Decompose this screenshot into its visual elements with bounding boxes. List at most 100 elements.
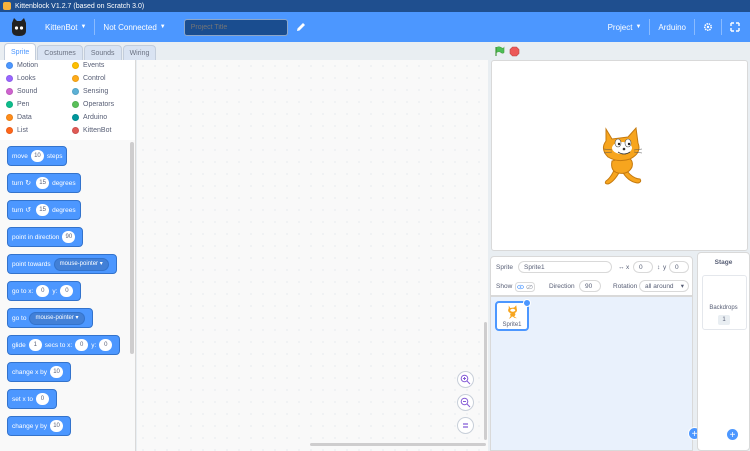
show-toggle[interactable] — [515, 282, 535, 292]
cat-sprite[interactable] — [598, 127, 648, 187]
block-dropdown[interactable]: mouse-pointer ▾ — [53, 257, 109, 271]
category-pen[interactable]: Pen — [6, 101, 29, 108]
arduino-dot-icon — [72, 114, 79, 121]
rotation-select[interactable]: all around ▾ — [639, 280, 689, 292]
block-change-x[interactable]: change x by 10 — [7, 362, 72, 382]
sensing-dot-icon — [72, 88, 79, 95]
category-data[interactable]: Data — [6, 114, 32, 121]
sprite-tile-name: Sprite1 — [502, 322, 522, 328]
category-control[interactable]: Control — [72, 75, 106, 82]
category-label: List — [17, 127, 28, 134]
tab-wiring[interactable]: Wiring — [122, 45, 157, 60]
block-input[interactable]: 10 — [30, 150, 44, 162]
category-kittenbot[interactable]: KittenBot — [72, 127, 111, 134]
delete-sprite-icon[interactable] — [523, 299, 531, 307]
category-arduino[interactable]: Arduino — [72, 114, 107, 121]
zoom-reset-button[interactable] — [457, 417, 474, 434]
block-text: point in direction — [12, 233, 60, 241]
block-text: change x by — [12, 368, 48, 376]
motion-dot-icon — [6, 62, 13, 69]
block-text: degrees — [52, 206, 76, 214]
category-sound[interactable]: Sound — [6, 88, 37, 95]
tab-sounds[interactable]: Sounds — [83, 45, 122, 60]
category-looks[interactable]: Looks — [6, 75, 36, 82]
category-list[interactable]: List — [6, 127, 28, 134]
equals-icon — [463, 423, 468, 428]
block-text: go to x: — [12, 287, 34, 295]
block-input[interactable]: 0 — [60, 285, 74, 297]
category-sensing[interactable]: Sensing — [72, 88, 108, 95]
block-glide[interactable]: glide 1 secs to x: 0 y: 0 — [7, 335, 121, 355]
settings-button[interactable] — [695, 12, 721, 42]
sprite-info-panel: Sprite Sprite1 ↔ x 0 ↕ y 0 Show Directio… — [490, 256, 693, 296]
app-icon — [3, 2, 11, 10]
x-arrows-icon: ↔ — [618, 264, 625, 271]
sprite-name-input[interactable]: Sprite1 — [518, 261, 612, 273]
kittenblock-logo-icon[interactable] — [9, 17, 29, 37]
category-operators[interactable]: Operators — [72, 101, 114, 108]
block-input[interactable]: 10 — [50, 420, 64, 432]
direction-input[interactable]: 90 — [579, 280, 601, 292]
block-input[interactable]: 15 — [36, 177, 50, 189]
zoom-out-button[interactable] — [457, 394, 474, 411]
block-input[interactable]: 0 — [36, 285, 50, 297]
x-position-input[interactable]: 0 — [633, 261, 653, 273]
zoom-in-icon — [460, 374, 471, 385]
block-turn-left[interactable]: turn ↺ 15 degrees — [7, 200, 81, 220]
block-input[interactable]: 1 — [28, 339, 42, 351]
block-go-to[interactable]: go to mouse-pointer ▾ — [7, 308, 93, 328]
project-title-input[interactable] — [183, 18, 288, 36]
workspace-vertical-scrollbar[interactable] — [484, 322, 487, 440]
expand-button[interactable] — [722, 12, 750, 42]
block-turn-right[interactable]: turn ↻ 15 degrees — [7, 173, 81, 193]
workspace-horizontal-scrollbar[interactable] — [310, 443, 486, 446]
board-label: Arduino — [658, 22, 686, 32]
chevron-down-icon: ▼ — [635, 24, 642, 30]
zoom-in-button[interactable] — [457, 371, 474, 388]
y-position-input[interactable]: 0 — [669, 261, 689, 273]
category-label: Sound — [17, 88, 38, 95]
block-change-y[interactable]: change y by 10 — [7, 416, 72, 436]
tab-sprite[interactable]: Sprite — [4, 43, 37, 60]
window-title: Kittenblock V1.2.7 (based on Scratch 3.0… — [15, 2, 145, 10]
data-dot-icon — [6, 114, 13, 121]
block-input[interactable]: 15 — [36, 204, 50, 216]
stage-canvas[interactable] — [491, 60, 748, 251]
block-text: steps — [46, 152, 63, 160]
tab-costumes[interactable]: Costumes — [37, 45, 83, 60]
brand-menu[interactable]: KittenBot ▼ — [37, 12, 94, 42]
category-motion[interactable]: Motion — [6, 62, 38, 69]
block-dropdown[interactable]: mouse-pointer ▾ — [29, 311, 85, 325]
cat-thumbnail-icon — [508, 305, 518, 319]
block-move[interactable]: move 10 steps — [7, 146, 68, 166]
block-point-in-direction[interactable]: point in direction 90 — [7, 227, 84, 247]
code-workspace[interactable] — [137, 60, 488, 451]
block-input[interactable]: 0 — [99, 339, 113, 351]
palette-scrollbar[interactable] — [130, 142, 134, 354]
events-dot-icon — [72, 62, 79, 69]
menu-bar: KittenBot ▼ Not Connected ▼ Project ▼ Ar… — [0, 12, 750, 42]
block-input[interactable]: 90 — [62, 231, 76, 243]
block-input[interactable]: 10 — [50, 366, 64, 378]
block-input[interactable]: 0 — [35, 393, 49, 405]
show-label: Show — [496, 283, 513, 290]
category-events[interactable]: Events — [72, 62, 104, 69]
stage-selector[interactable]: Stage Backdrops 1 + — [697, 252, 750, 451]
y-label: y — [663, 264, 667, 271]
block-point-towards[interactable]: point towards mouse-pointer ▾ — [7, 254, 117, 274]
add-backdrop-button[interactable]: + — [726, 428, 739, 441]
block-set-x[interactable]: set x to 0 — [7, 389, 57, 409]
sprite-tile[interactable]: Sprite1 — [495, 299, 531, 331]
block-text: go to — [12, 314, 27, 322]
block-input[interactable]: 0 — [75, 339, 89, 351]
backdrops-count: 1 — [718, 315, 730, 325]
connection-menu[interactable]: Not Connected ▼ — [95, 12, 173, 42]
board-menu[interactable]: Arduino — [650, 12, 694, 42]
green-flag-icon[interactable] — [494, 45, 505, 57]
pencil-icon[interactable] — [296, 22, 306, 32]
connection-status: Not Connected — [103, 22, 157, 32]
block-go-to-xy[interactable]: go to x: 0 y: 0 — [7, 281, 82, 301]
project-menu[interactable]: Project ▼ — [600, 12, 650, 42]
operators-dot-icon — [72, 101, 79, 108]
stop-icon[interactable] — [509, 46, 520, 57]
